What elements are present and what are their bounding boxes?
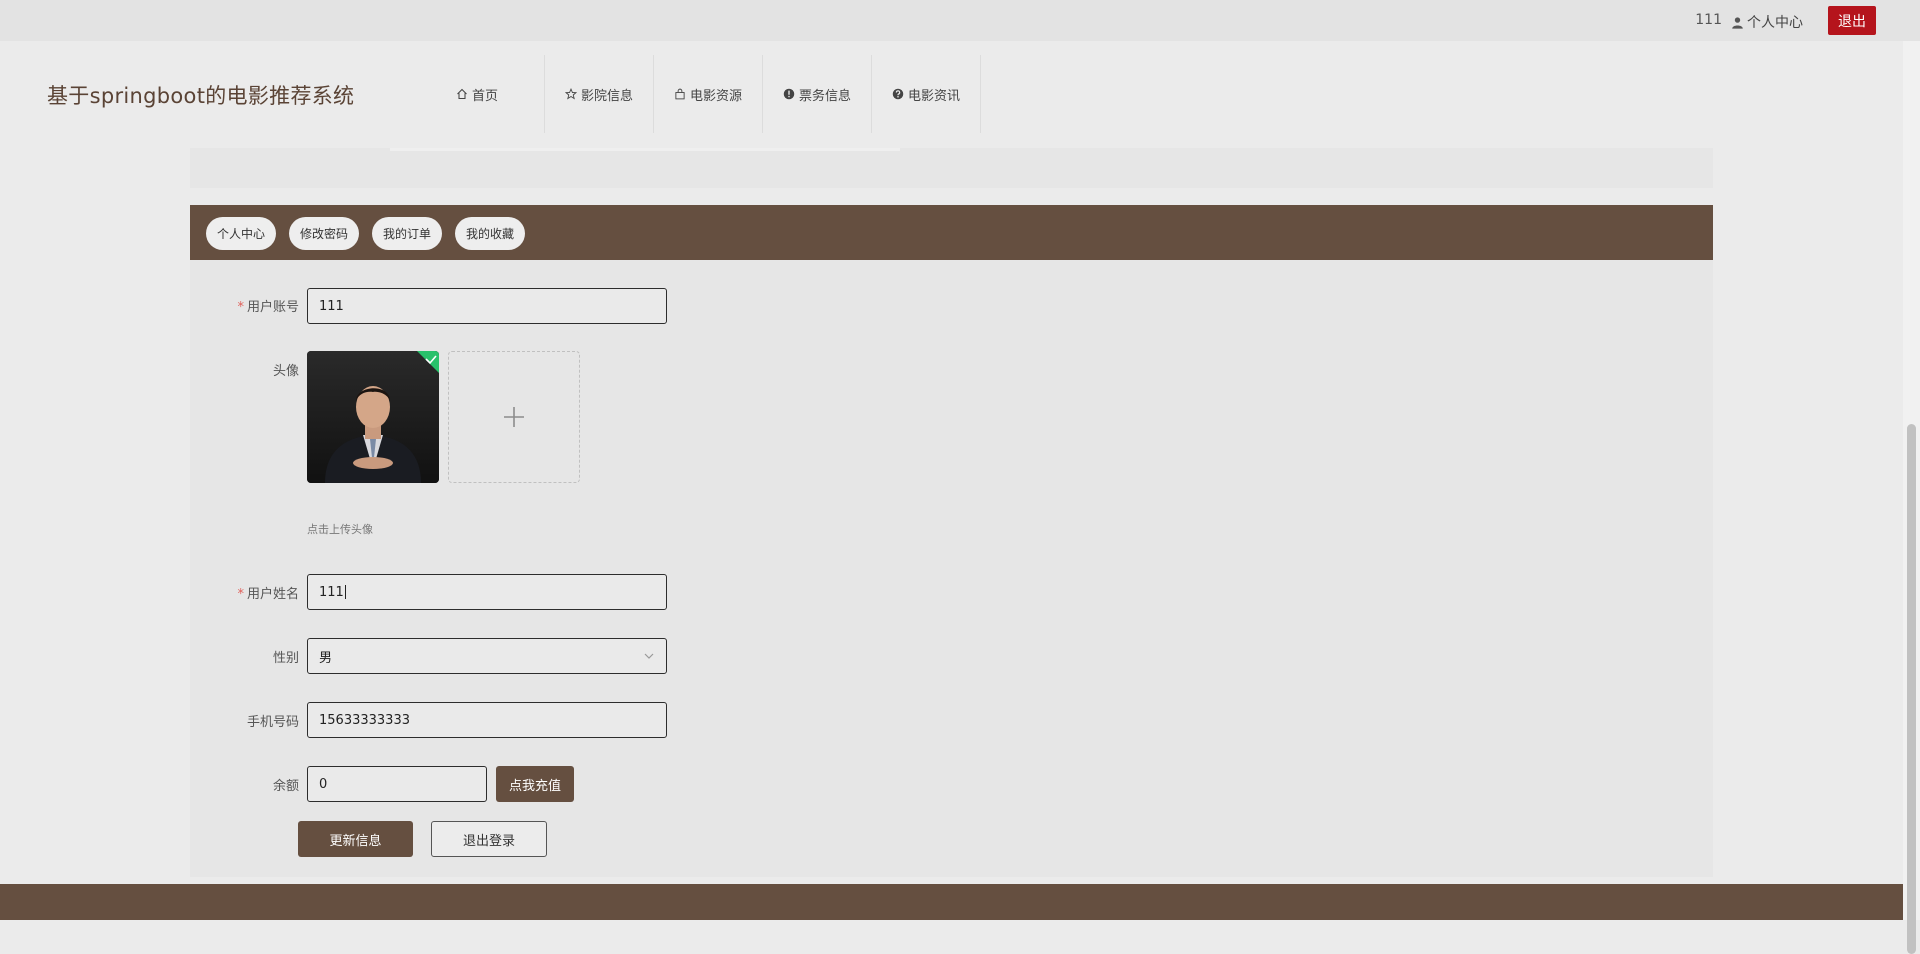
name-label: * 用户姓名 — [237, 587, 299, 602]
personal-center-label: 个人中心 — [1747, 15, 1803, 31]
nav-item-cinema[interactable]: 影院信息 — [545, 55, 654, 133]
nav-label-news: 电影资讯 — [908, 88, 961, 104]
avatar-upload-hint: 点击上传头像 — [307, 523, 373, 536]
top-bar: 111 个人中心 退出 — [0, 0, 1920, 41]
update-info-button[interactable]: 更新信息 — [298, 821, 413, 857]
phone-label: 手机号码 — [246, 715, 299, 730]
gender-label: 性别 — [272, 651, 299, 666]
user-icon — [1732, 16, 1743, 29]
nav-item-news[interactable]: 电影资讯 — [872, 55, 981, 133]
tab-my-favorites[interactable]: 我的收藏 — [455, 217, 525, 250]
logout-account-button[interactable]: 退出登录 — [431, 821, 547, 857]
nav-label-movies: 电影资源 — [690, 88, 743, 104]
footer — [0, 884, 1903, 920]
star-icon — [565, 88, 577, 100]
avatar-portrait — [307, 351, 439, 483]
balance-field[interactable]: 0 — [307, 766, 487, 802]
required-mark: * — [237, 587, 244, 602]
nav-item-tickets[interactable]: 票务信息 — [763, 55, 872, 133]
scrollbar-thumb[interactable] — [1907, 424, 1916, 954]
text-cursor — [344, 585, 346, 599]
tab-bar: 个人中心 修改密码 我的订单 我的收藏 — [190, 205, 1713, 260]
username-display: 111 — [1695, 12, 1722, 28]
tab-my-orders[interactable]: 我的订单 — [372, 217, 442, 250]
tab-change-password[interactable]: 修改密码 — [289, 217, 359, 250]
info-icon — [783, 88, 795, 100]
nav-label-cinema: 影院信息 — [581, 88, 634, 104]
required-mark: * — [237, 300, 244, 315]
chevron-down-icon — [644, 653, 654, 659]
question-icon — [892, 88, 904, 100]
plus-icon — [504, 407, 524, 427]
phone-field[interactable]: 15633333333 — [307, 702, 667, 738]
nav-item-movies[interactable]: 电影资源 — [654, 55, 763, 133]
home-icon — [457, 88, 467, 100]
nav-item-home[interactable]: 首页 — [410, 55, 545, 133]
avatar-upload-box[interactable] — [448, 351, 580, 483]
gender-select[interactable]: 男 — [307, 638, 667, 674]
tab-personal-center[interactable]: 个人中心 — [206, 217, 276, 250]
personal-center-link[interactable]: 个人中心 — [1731, 12, 1803, 32]
site-title: 基于springboot的电影推荐系统 — [47, 84, 355, 108]
nav-label-home: 首页 — [471, 88, 498, 104]
account-field[interactable]: 111 — [307, 288, 667, 324]
gender-value: 男 — [319, 650, 333, 666]
main-nav: 首页 影院信息 电影资源 票务信息 电影资讯 — [410, 55, 981, 133]
name-field[interactable]: 111 — [307, 574, 667, 610]
logout-button[interactable]: 退出 — [1828, 6, 1876, 35]
name-value: 111 — [319, 584, 344, 600]
banner-strip — [190, 148, 1713, 188]
bag-icon — [675, 88, 685, 100]
page-scrollbar[interactable] — [1903, 41, 1920, 954]
avatar-label: 头像 — [272, 364, 299, 379]
account-label: * 用户账号 — [237, 300, 299, 315]
avatar-image[interactable] — [307, 351, 439, 483]
recharge-button[interactable]: 点我充值 — [496, 766, 574, 802]
nav-label-tickets: 票务信息 — [799, 88, 852, 104]
balance-label: 余额 — [272, 779, 299, 794]
